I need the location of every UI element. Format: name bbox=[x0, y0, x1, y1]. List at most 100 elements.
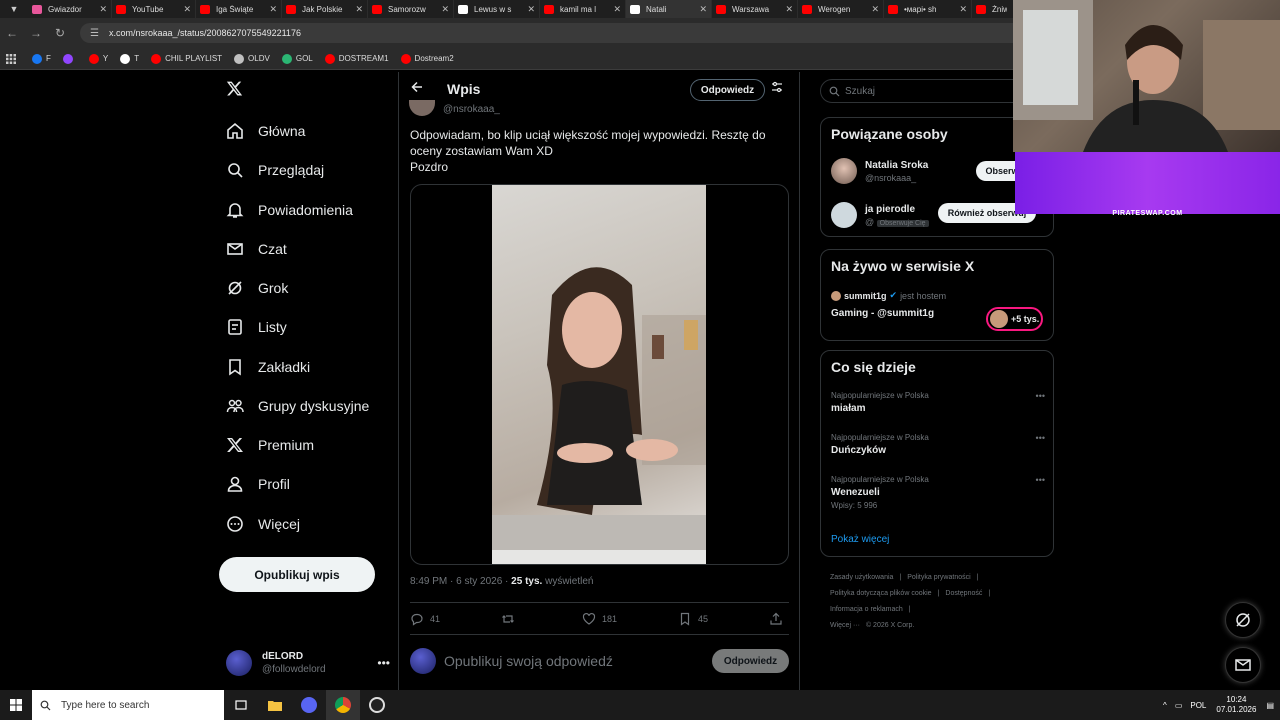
browser-tab[interactable]: •марі• sh ✕ bbox=[884, 0, 972, 18]
discord-icon[interactable] bbox=[292, 690, 326, 720]
browser-tab[interactable]: Natali ✕ bbox=[626, 0, 712, 18]
close-tab-icon[interactable]: ✕ bbox=[441, 4, 449, 15]
footer-link[interactable]: Polityka prywatności bbox=[907, 574, 970, 581]
repost-action[interactable] bbox=[501, 612, 521, 626]
bookmark-item[interactable]: Y bbox=[88, 53, 108, 64]
video-frame[interactable] bbox=[492, 185, 706, 564]
person-row[interactable]: Natalia Sroka @nsrokaaa_ bbox=[831, 158, 928, 184]
reply-submit-button[interactable]: Odpowiedz bbox=[712, 649, 789, 673]
close-tab-icon[interactable]: ✕ bbox=[613, 4, 621, 15]
sidebar-item-8[interactable]: Grupy dyskusyjne bbox=[226, 392, 369, 420]
taskbar-search-input[interactable]: Type here to search bbox=[32, 690, 224, 720]
sidebar-item-10[interactable]: Profil bbox=[226, 470, 290, 498]
bookmark-item[interactable]: CHIL PLAYLIST bbox=[151, 53, 222, 64]
sidebar-item-2[interactable]: Przeglądaj bbox=[226, 156, 324, 184]
browser-tab[interactable]: Werogen ✕ bbox=[798, 0, 884, 18]
browser-tab[interactable]: Jak Polskie ✕ bbox=[282, 0, 368, 18]
person-row[interactable]: ja pierodle @ Obserwuje Cię bbox=[831, 202, 929, 228]
back-arrow-icon[interactable]: ← bbox=[0, 26, 24, 40]
browser-tab[interactable]: Samorozw ✕ bbox=[368, 0, 454, 18]
author-handle[interactable]: @nsrokaaa_ bbox=[443, 104, 500, 115]
close-tab-icon[interactable]: ✕ bbox=[355, 4, 363, 15]
account-switcher[interactable]: dELORD @followdelord ••• bbox=[226, 648, 390, 678]
browser-tab[interactable]: Warszawa ✕ bbox=[712, 0, 798, 18]
browser-tab[interactable]: Lewus w s ✕ bbox=[454, 0, 540, 18]
task-view-icon[interactable] bbox=[224, 690, 258, 720]
more-options-icon[interactable]: ••• bbox=[1036, 433, 1045, 443]
close-tab-icon[interactable]: ✕ bbox=[785, 4, 793, 15]
sidebar-item-7[interactable]: Zakładki bbox=[226, 353, 310, 381]
sidebar-item-11[interactable]: Więcej bbox=[226, 510, 300, 538]
reply-action[interactable]: 41 bbox=[410, 612, 440, 626]
footer-link[interactable]: Polityka dotycząca plików cookie bbox=[830, 590, 932, 597]
x-logo-icon[interactable] bbox=[226, 80, 243, 103]
sidebar-item-3[interactable]: Powiadomienia bbox=[226, 196, 353, 224]
browser-tab[interactable]: Gwiazdor ✕ bbox=[28, 0, 112, 18]
close-tab-icon[interactable]: ✕ bbox=[871, 4, 879, 15]
more-options-icon[interactable]: ••• bbox=[1036, 475, 1045, 485]
browser-tab[interactable]: kamil ma l ✕ bbox=[540, 0, 626, 18]
bookmark-item[interactable]: T bbox=[120, 53, 139, 64]
footer-link[interactable]: Informacja o reklamach bbox=[830, 606, 903, 613]
language-indicator[interactable]: POL bbox=[1190, 701, 1206, 710]
bookmark-item[interactable]: F bbox=[32, 53, 51, 64]
sidebar-item-9[interactable]: Premium bbox=[226, 431, 314, 459]
more-options-icon[interactable]: ••• bbox=[377, 656, 390, 670]
tweet-timestamp[interactable]: 8:49 PM · 6 sty 2026 · bbox=[410, 576, 511, 587]
sidebar-item-6[interactable]: Listy bbox=[226, 313, 287, 341]
bookmark-item[interactable] bbox=[62, 53, 77, 64]
tab-search-button[interactable]: ▼ bbox=[0, 0, 28, 18]
bookmark-item[interactable]: GOL bbox=[281, 53, 313, 64]
site-info-icon[interactable]: ☰ bbox=[90, 28, 99, 39]
apps-icon[interactable] bbox=[6, 53, 16, 64]
obs-icon[interactable] bbox=[360, 690, 394, 720]
trend-item[interactable]: Najpopularniejsze w Polska Wenezueli Wpi… bbox=[831, 475, 1045, 510]
chrome-icon[interactable] bbox=[326, 690, 360, 720]
footer-link[interactable]: Zasady użytkowania bbox=[830, 574, 893, 581]
footer-link[interactable]: Więcej ··· bbox=[830, 622, 860, 629]
tweet-video[interactable] bbox=[410, 184, 789, 565]
like-action[interactable]: 181 bbox=[582, 612, 617, 626]
monitor-icon[interactable]: ▭ bbox=[1175, 701, 1183, 710]
close-tab-icon[interactable]: ✕ bbox=[959, 4, 967, 15]
messages-fab[interactable] bbox=[1225, 647, 1261, 683]
clock[interactable]: 10:24 07.01.2026 bbox=[1216, 695, 1256, 715]
close-tab-icon[interactable]: ✕ bbox=[99, 4, 107, 15]
share-action[interactable] bbox=[769, 612, 789, 626]
author-avatar[interactable] bbox=[409, 100, 435, 116]
more-options-icon[interactable]: ••• bbox=[1036, 391, 1045, 401]
show-more-link[interactable]: Pokaż więcej bbox=[831, 534, 889, 545]
bookmark-item[interactable]: Dostream2 bbox=[400, 53, 454, 64]
live-topic[interactable]: Gaming - @summit1g bbox=[831, 308, 934, 319]
close-tab-icon[interactable]: ✕ bbox=[269, 4, 277, 15]
reply-button[interactable]: Odpowiedz bbox=[690, 79, 765, 101]
bookmark-item[interactable]: OLDV bbox=[234, 53, 270, 64]
close-tab-icon[interactable]: ✕ bbox=[527, 4, 535, 15]
footer-link[interactable]: Dostępność bbox=[945, 590, 982, 597]
grok-fab[interactable] bbox=[1225, 602, 1261, 638]
reply-input[interactable]: Opublikuj swoją odpowiedź bbox=[444, 653, 712, 669]
reload-icon[interactable]: ↻ bbox=[48, 26, 72, 40]
browser-tab[interactable]: Iga Świąte ✕ bbox=[196, 0, 282, 18]
live-listeners-button[interactable]: +5 tys. bbox=[986, 307, 1043, 331]
bookmark-action[interactable]: 45 bbox=[678, 612, 708, 626]
live-host[interactable]: summit1g ✔ jest hostem bbox=[831, 290, 946, 301]
sidebar-item-1[interactable]: Główna bbox=[226, 117, 305, 145]
windows-start-icon[interactable] bbox=[0, 690, 32, 720]
footer-link[interactable]: © 2026 X Corp. bbox=[866, 622, 914, 629]
file-explorer-icon[interactable] bbox=[258, 690, 292, 720]
close-tab-icon[interactable]: ✕ bbox=[183, 4, 191, 15]
bookmark-item[interactable]: DOSTREAM1 bbox=[324, 53, 389, 64]
forward-arrow-icon[interactable]: → bbox=[24, 26, 48, 40]
close-tab-icon[interactable]: ✕ bbox=[699, 4, 707, 15]
sidebar-item-5[interactable]: Grok bbox=[226, 274, 288, 302]
post-button[interactable]: Opublikuj wpis bbox=[219, 557, 375, 592]
chevron-up-icon[interactable]: ^ bbox=[1163, 701, 1167, 710]
back-arrow-icon[interactable] bbox=[411, 81, 423, 96]
trend-item[interactable]: Najpopularniejsze w Polska miałam ••• bbox=[831, 391, 1045, 414]
browser-tab[interactable]: YouTube ✕ bbox=[112, 0, 196, 18]
sidebar-item-4[interactable]: Czat bbox=[226, 235, 287, 263]
notifications-icon[interactable]: ▤ bbox=[1266, 701, 1274, 710]
sliders-icon[interactable] bbox=[771, 81, 783, 96]
trend-item[interactable]: Najpopularniejsze w Polska Duńczyków ••• bbox=[831, 433, 1045, 456]
